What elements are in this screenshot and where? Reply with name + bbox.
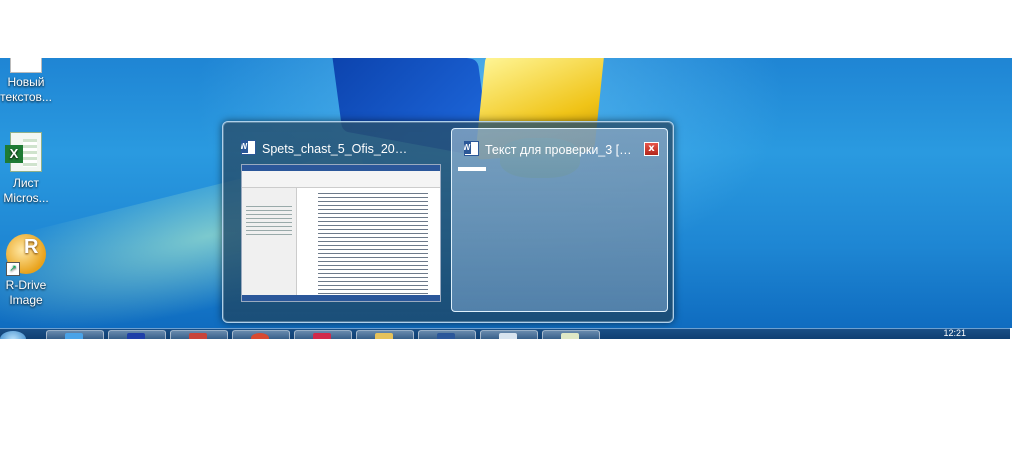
taskbar-button-word[interactable] (418, 330, 476, 339)
taskbar-button-ie[interactable] (46, 330, 104, 339)
navigation-pane-preview (242, 188, 297, 295)
document-preview-image (241, 164, 441, 302)
presentation-icon (189, 333, 207, 339)
desktop-icon-label: R-Drive (5, 278, 47, 292)
ie-icon (65, 333, 83, 339)
document-preview-image (458, 167, 486, 171)
desktop-icon-label: Лист (12, 176, 40, 190)
window-thumbnail-spets-chast[interactable]: Spets_chast_5_Ofis_2013 [Режи... (229, 128, 443, 310)
desktop-icon-excel-file[interactable]: X Лист Micros... (0, 132, 56, 206)
word-icon (464, 141, 479, 156)
word-icon (437, 333, 455, 339)
desktop-icon-text-file[interactable]: Новый текстов... (0, 58, 56, 105)
taskbar-button-excel[interactable] (542, 330, 600, 339)
taskbar-button-chrome[interactable] (232, 330, 290, 339)
thumbnail-title: Spets_chast_5_Ofis_2013 [Режи... (241, 140, 413, 156)
chrome-icon (251, 333, 269, 339)
taskbar-thumbnail-preview: Spets_chast_5_Ofis_2013 [Режи... Текст д… (222, 121, 674, 323)
document-page-preview (300, 189, 436, 295)
desktop-icon-label: текстов... (0, 90, 52, 104)
taskbar-button-presentation[interactable] (170, 330, 228, 339)
excel-icon (561, 333, 579, 339)
taskbar: 12:21 (0, 328, 1010, 339)
desktop-icon-label: Image (9, 293, 43, 307)
taskbar-button-folder[interactable] (356, 330, 414, 339)
excel-file-icon: X (5, 132, 42, 172)
r-drive-icon: R ↗ (6, 234, 46, 276)
text-file-icon (10, 58, 42, 73)
folder-icon (375, 333, 393, 339)
start-button[interactable] (0, 331, 26, 339)
thumbnail-title: Текст для проверки_3 [Реж... (464, 141, 637, 157)
taskbar-button-notepad[interactable] (480, 330, 538, 339)
window-thumbnail-tekst-dlya-proverki[interactable]: Текст для проверки_3 [Реж... x (451, 128, 668, 312)
paint-icon (313, 333, 331, 339)
close-window-button[interactable]: x (644, 142, 659, 156)
desktop-icon-label: Новый (7, 75, 45, 89)
explorer-icon (127, 333, 145, 339)
system-clock[interactable]: 12:21 (943, 329, 966, 338)
notepad-icon (499, 333, 517, 339)
taskbar-button-paint[interactable] (294, 330, 352, 339)
desktop-icon-r-drive[interactable]: R ↗ R-Drive Image (0, 234, 56, 308)
taskbar-button-explorer[interactable] (108, 330, 166, 339)
desktop-icon-label: Micros... (3, 191, 49, 205)
word-icon (241, 140, 256, 155)
